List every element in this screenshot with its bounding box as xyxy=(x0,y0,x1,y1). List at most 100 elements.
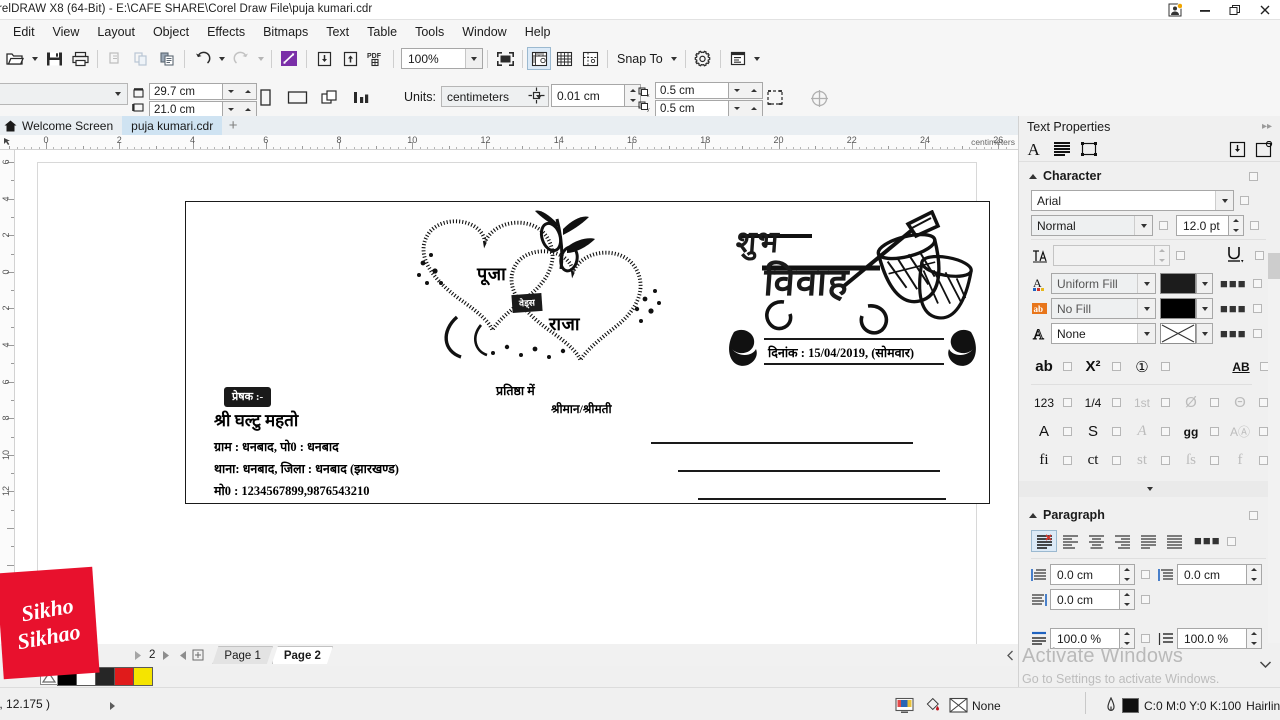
right-indent-input[interactable]: 0.0 cm xyxy=(1050,589,1120,610)
page-preset-combo[interactable] xyxy=(0,83,128,105)
background-fill-combo[interactable]: No Fill xyxy=(1051,298,1156,319)
frame-icon[interactable] xyxy=(1078,139,1100,160)
align-left-icon[interactable] xyxy=(1057,530,1083,552)
show-grid-icon[interactable] xyxy=(551,46,577,72)
menu-help[interactable]: Help xyxy=(516,22,560,42)
fill-color-chip[interactable] xyxy=(1160,273,1196,294)
align-center-icon[interactable] xyxy=(1083,530,1109,552)
superscript-checkbox[interactable] xyxy=(1112,362,1121,371)
landscape-icon[interactable] xyxy=(284,84,310,110)
redo-dropdown-icon[interactable] xyxy=(254,46,267,72)
add-page-button[interactable] xyxy=(190,645,206,665)
drawing-canvas[interactable]: पूजा राजा वेड्स प्रतिष्ठा में श्रीमान/श्… xyxy=(15,150,1018,644)
underline-checkbox[interactable] xyxy=(1255,251,1264,260)
capitals-icon[interactable]: A xyxy=(1031,423,1057,440)
user-account-icon[interactable] xyxy=(1160,0,1190,20)
paragraph-section-checkbox[interactable] xyxy=(1249,510,1258,520)
zoom-level-combo[interactable]: 100% xyxy=(401,48,483,69)
character-section-checkbox[interactable] xyxy=(1249,171,1258,181)
menu-table[interactable]: Table xyxy=(358,22,406,42)
statusbar-expand-icon[interactable] xyxy=(108,700,117,714)
export-pdf-icon[interactable]: PDF xyxy=(363,46,389,72)
discretionary-ligature-icon[interactable]: ct xyxy=(1080,452,1106,469)
font-family-combo[interactable]: Arial xyxy=(1031,190,1234,211)
show-rulers-icon[interactable] xyxy=(527,47,551,70)
export-icon[interactable] xyxy=(337,46,363,72)
full-screen-preview-icon[interactable] xyxy=(492,46,518,72)
docker-collapse-icon[interactable]: ▸▸ xyxy=(1262,121,1272,132)
underline-style-icon[interactable]: AB xyxy=(1228,360,1254,374)
background-checkbox[interactable] xyxy=(1252,304,1262,313)
minimize-button[interactable] xyxy=(1190,0,1220,20)
fill-color-icon[interactable] xyxy=(925,697,945,714)
line-spacing-spinner[interactable] xyxy=(1247,628,1262,649)
close-button[interactable] xyxy=(1250,0,1280,20)
standard-ligature-checkbox[interactable] xyxy=(1063,456,1072,465)
paste-icon[interactable] xyxy=(154,46,180,72)
pagenav-collapse-icon[interactable] xyxy=(1002,645,1018,665)
horizontal-ruler[interactable]: 0 2 4 6 8 10 12 14 16 18 20 22 24 26 centimeters xyxy=(0,135,1018,150)
outline-color-chip[interactable] xyxy=(1160,323,1196,344)
vertical-ruler[interactable]: 6 4 2 0 2 4 6 8 10 12 xyxy=(0,150,15,644)
fill-checkbox[interactable] xyxy=(1252,279,1262,288)
fill-color-dropdown-icon[interactable] xyxy=(1196,273,1213,294)
outline-pen-icon[interactable] xyxy=(1105,697,1117,714)
standard-ligature-icon[interactable]: fi xyxy=(1031,452,1057,469)
menu-layout[interactable]: Layout xyxy=(88,22,144,42)
current-page-icon[interactable] xyxy=(348,84,374,110)
left-indent-input[interactable]: 0.0 cm xyxy=(1177,564,1247,585)
tab-puja-kumari-cdr[interactable]: puja kumari.cdr xyxy=(122,116,223,135)
contextual-icon[interactable]: gg xyxy=(1178,425,1204,439)
no-fill-icon[interactable] xyxy=(948,697,969,714)
palette-swatch-red[interactable] xyxy=(114,666,134,686)
kerning-spinner[interactable] xyxy=(1155,245,1170,266)
text-frame-options-icon[interactable] xyxy=(1253,139,1275,160)
application-launcher-dropdown-icon[interactable] xyxy=(751,46,764,72)
first-page-button[interactable] xyxy=(130,645,146,665)
palette-swatch-black[interactable] xyxy=(57,666,77,686)
alignment-more-options-icon[interactable]: ■■■ xyxy=(1194,534,1221,547)
next-page-button[interactable] xyxy=(158,645,174,665)
outline-more-options-icon[interactable]: ■■■ xyxy=(1220,327,1247,340)
stylistic-checkbox[interactable] xyxy=(1112,427,1121,436)
save-icon[interactable] xyxy=(41,46,67,72)
background-color-dropdown-icon[interactable] xyxy=(1196,298,1213,319)
fill-type-dropdown-icon[interactable] xyxy=(1137,274,1155,293)
background-more-options-icon[interactable]: ■■■ xyxy=(1220,302,1247,315)
duplicate-x-input[interactable]: 0.5 cm xyxy=(655,82,729,99)
document-palette-icon[interactable] xyxy=(895,697,914,714)
outline-color-swatch[interactable] xyxy=(1122,698,1139,713)
outline-checkbox[interactable] xyxy=(1252,329,1262,338)
zoom-dropdown-icon[interactable] xyxy=(465,49,482,68)
before-paragraph-checkbox[interactable] xyxy=(1141,634,1150,643)
lowercase-icon[interactable]: ab xyxy=(1031,358,1057,375)
last-page-button[interactable] xyxy=(174,645,190,665)
wedding-card-artwork[interactable]: पूजा राजा वेड्स प्रतिष्ठा में श्रीमान/श्… xyxy=(185,201,990,504)
bullet-icon[interactable]: ① xyxy=(1129,358,1155,376)
lowercase-checkbox[interactable] xyxy=(1063,362,1072,371)
application-launcher-icon[interactable] xyxy=(725,46,751,72)
superscript-icon[interactable]: X² xyxy=(1080,358,1106,375)
stylistic-icon[interactable]: S xyxy=(1080,423,1106,440)
menu-view[interactable]: View xyxy=(44,22,89,42)
align-none-icon[interactable] xyxy=(1031,530,1057,552)
docker-scrollbar[interactable] xyxy=(1268,253,1280,643)
kerning-checkbox[interactable] xyxy=(1176,251,1185,260)
before-paragraph-spinner[interactable] xyxy=(1120,628,1135,649)
character-section-header[interactable]: Character xyxy=(1019,166,1280,186)
character-collapse-toggle[interactable] xyxy=(1019,481,1280,497)
numerals-checkbox[interactable] xyxy=(1063,398,1072,407)
duplicate-x-spinner[interactable] xyxy=(729,82,763,99)
background-fill-dropdown-icon[interactable] xyxy=(1137,299,1155,318)
show-guides-icon[interactable] xyxy=(577,46,603,72)
snap-to-dropdown-icon[interactable] xyxy=(668,46,681,72)
menu-edit[interactable]: Edit xyxy=(4,22,44,42)
open-dropdown-icon[interactable] xyxy=(28,46,41,72)
menu-window[interactable]: Window xyxy=(453,22,515,42)
line-spacing-input[interactable]: 100.0 % xyxy=(1177,628,1247,649)
fraction-checkbox[interactable] xyxy=(1112,398,1121,407)
page-tab-1[interactable]: Page 1 xyxy=(212,646,272,664)
align-force-justify-icon[interactable] xyxy=(1161,530,1187,552)
left-indent-spinner[interactable] xyxy=(1247,564,1262,585)
docker-scrollbar-thumb[interactable] xyxy=(1268,253,1280,279)
